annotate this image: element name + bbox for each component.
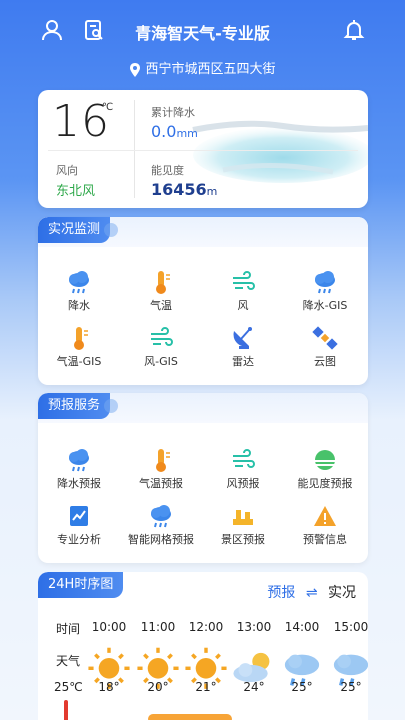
highlight-bar (148, 714, 232, 720)
hour-temp: 18° (98, 680, 120, 694)
bell-icon[interactable] (342, 18, 366, 42)
visibility-icon (314, 450, 336, 470)
monitoring-section: 实况监测 降水 气温 风 降水-GIS 气温-GIS 风-GIS 雷达 云图 (38, 217, 368, 385)
forecast-item[interactable]: 风预报 (202, 447, 284, 491)
timeline-card: 24H时序图 预报 ⇌ 实况 时间 天气 25℃ 10:00 18° 11:00 20… (38, 572, 368, 720)
monitoring-item-label: 风 (237, 299, 249, 312)
location-bar[interactable]: 西宁市城西区五四大街 (0, 58, 405, 77)
location-pin-icon (130, 62, 141, 77)
rain-cloud-icon (69, 271, 89, 294)
analysis-icon (70, 506, 88, 526)
monitoring-item[interactable]: 风-GIS (120, 325, 202, 369)
forecast-section: 预报服务 降水预报 气温预报 风预报 能见度预报专业分析 智能网格预报 景区预报 预警信息 (38, 393, 368, 563)
monitoring-item[interactable]: 气温 (120, 269, 202, 313)
forecast-item[interactable]: 能见度预报 (284, 447, 366, 491)
location-text: 西宁市城西区五四大街 (145, 62, 276, 77)
section-title: 预报服务 (38, 393, 119, 419)
forecast-item-label: 能见度预报 (297, 477, 353, 490)
hour-time: 14:00 (284, 620, 320, 634)
monitoring-item-label: 气温 (150, 299, 172, 312)
hour-temp: 25° (291, 680, 313, 694)
monitoring-item[interactable]: 云图 (284, 325, 366, 369)
forecast-item-label: 景区预报 (221, 533, 265, 546)
thermometer-icon (156, 449, 170, 472)
forecast-item[interactable]: 降水预报 (38, 447, 120, 491)
forecast-item-label: 降水预报 (57, 477, 101, 490)
satellite-icon (312, 326, 338, 350)
rain-cloud-icon (315, 271, 335, 294)
monitoring-item[interactable]: 气温-GIS (38, 325, 120, 369)
hour-time: 15:00 (333, 620, 368, 634)
monitoring-item[interactable]: 降水 (38, 269, 120, 313)
mode-switch[interactable]: 预报 ⇌ 实况 (267, 582, 356, 602)
rain-value: 0.0mm (151, 122, 198, 141)
forecast-item[interactable]: 专业分析 (38, 503, 120, 547)
forecast-item[interactable]: 气温预报 (120, 447, 202, 491)
current-temp: 25℃ (54, 680, 83, 694)
wind-icon (151, 327, 173, 346)
forecast-item-label: 气温预报 (139, 477, 183, 490)
scenic-icon (233, 510, 253, 525)
forecast-item[interactable]: 预警信息 (284, 503, 366, 547)
visibility-value: 16456m (151, 180, 218, 199)
monitoring-item-label: 雷达 (232, 355, 254, 368)
rain-cloud-icon (151, 505, 171, 528)
monitoring-item-label: 降水-GIS (302, 299, 348, 312)
observed-mode[interactable]: 实况 (328, 585, 356, 601)
forecast-item-label: 智能网格预报 (128, 533, 194, 546)
monitoring-item-label: 风-GIS (144, 355, 178, 368)
monitoring-item[interactable]: 雷达 (202, 325, 284, 369)
time-row-label: 时间 (56, 622, 81, 636)
wind-icon (233, 449, 255, 468)
temp-bar (64, 700, 68, 720)
visibility-label: 能见度 (151, 164, 184, 177)
section-title: 24H时序图 (38, 572, 124, 598)
monitoring-item[interactable]: 降水-GIS (284, 269, 366, 313)
hour-time: 10:00 (91, 620, 127, 634)
divider (134, 100, 135, 198)
divider (48, 150, 358, 151)
rain-cloud-icon (69, 449, 89, 472)
forecast-item[interactable]: 智能网格预报 (120, 503, 202, 547)
lake-landscape-image (192, 120, 368, 183)
wind-label: 风向 (56, 164, 78, 177)
page-indicator (38, 553, 368, 563)
section-header: 预报服务 (38, 393, 368, 423)
section-title: 实况监测 (38, 217, 119, 243)
monitoring-item-label: 降水 (68, 299, 90, 312)
weather-row-label: 天气 (56, 654, 81, 668)
section-header: 实况监测 (38, 217, 368, 247)
forecast-item-label: 预警信息 (303, 533, 347, 546)
swap-icon[interactable]: ⇌ (306, 585, 318, 601)
thermometer-icon (156, 271, 170, 294)
thermometer-icon (74, 327, 88, 350)
temperature-unit: ℃ (102, 102, 114, 113)
monitoring-item-label: 气温-GIS (56, 355, 102, 368)
warning-icon (314, 506, 336, 526)
page-indicator (38, 375, 368, 385)
radar-icon (233, 327, 252, 349)
hour-temp: 24° (243, 680, 265, 694)
hour-temp: 21° (195, 680, 217, 694)
hour-temp: 25° (340, 680, 362, 694)
monitoring-item-label: 云图 (314, 355, 336, 368)
forecast-item-label: 专业分析 (57, 533, 101, 546)
monitoring-item[interactable]: 风 (202, 269, 284, 313)
hour-temp: 20° (147, 680, 169, 694)
rain-label: 累计降水 (151, 106, 195, 119)
hour-time: 12:00 (188, 620, 224, 634)
app-header: 青海智天气-专业版 西宁市城西区五四大街 (0, 0, 405, 90)
hour-time: 13:00 (236, 620, 272, 634)
forecast-item[interactable]: 景区预报 (202, 503, 284, 547)
current-weather-card[interactable]: 16 ℃ 累计降水 0.0mm 风向 东北风 能见度 16456m (38, 90, 368, 208)
forecast-item-label: 风预报 (226, 477, 260, 490)
wind-value: 东北风 (56, 184, 96, 199)
forecast-mode[interactable]: 预报 (267, 585, 295, 601)
wind-icon (233, 271, 255, 290)
hour-time: 11:00 (140, 620, 176, 634)
